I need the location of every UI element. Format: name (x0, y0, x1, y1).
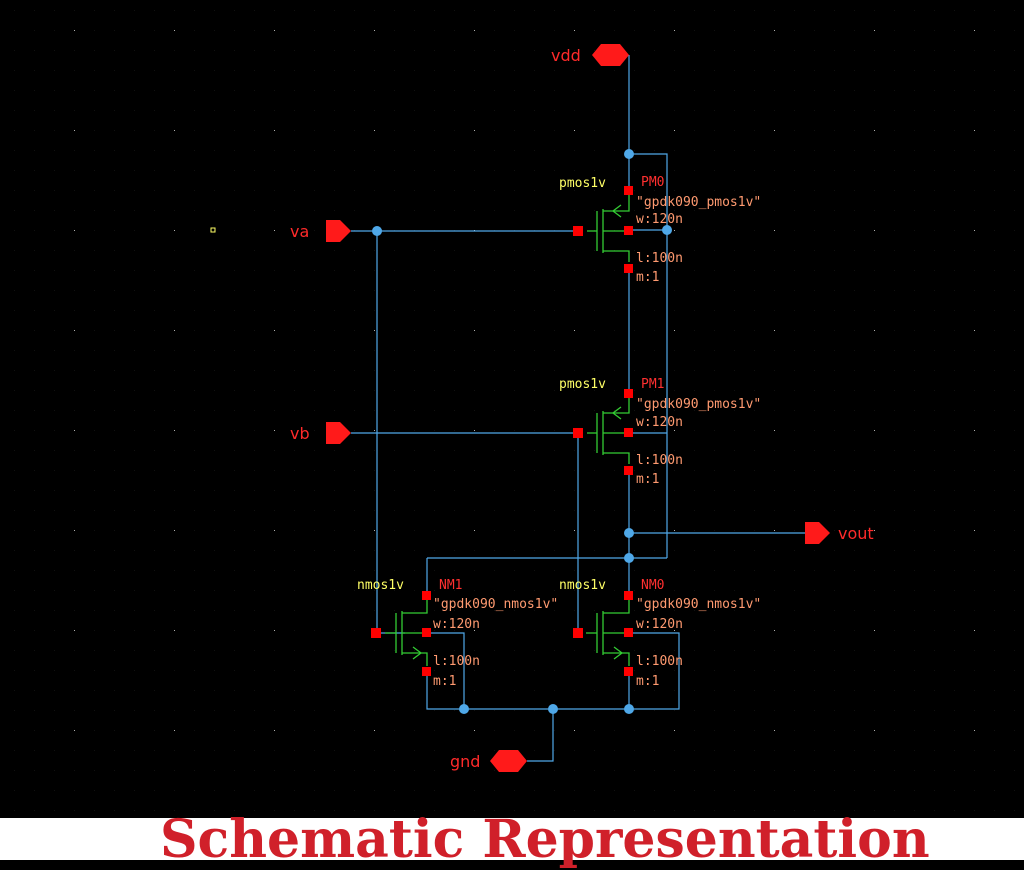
pin-label-vout: vout (838, 524, 874, 543)
pm0-cell-label: pmos1v (559, 176, 606, 191)
schematic-canvas[interactable]: vdd va vb vout gnd pmos1v PM0 "gpdk090_p… (0, 0, 1024, 818)
pm1-model: "gpdk090_pmos1v" (636, 397, 761, 412)
pm0-multiplier: m:1 (636, 270, 659, 285)
major-grid (0, 0, 1024, 818)
nm0-model: "gpdk090_nmos1v" (636, 597, 761, 612)
pm0-model: "gpdk090_pmos1v" (636, 195, 761, 210)
nm1-multiplier: m:1 (433, 674, 456, 689)
nm1-model: "gpdk090_nmos1v" (433, 597, 558, 612)
nm0-multiplier: m:1 (636, 674, 659, 689)
schematic-svg: vdd va vb vout gnd pmos1v PM0 "gpdk090_p… (0, 0, 1024, 818)
pin-label-vdd: vdd (551, 46, 581, 65)
pm0-instance-label: PM0 (641, 175, 664, 190)
pin-label-gnd: gnd (450, 752, 480, 771)
pm0-width: w:120n (636, 212, 683, 227)
pin-label-va: va (290, 222, 309, 241)
pm1-cell-label: pmos1v (559, 377, 606, 392)
caption-bar: Schematic Representation (0, 810, 1024, 870)
pm1-instance-label: PM1 (641, 377, 664, 392)
nm0-instance-label: NM0 (641, 578, 664, 593)
pm1-length: l:100n (636, 453, 683, 468)
nm1-length: l:100n (433, 654, 480, 669)
caption-title: Schematic Representation (160, 809, 930, 870)
pm1-width: w:120n (636, 415, 683, 430)
nm1-width: w:120n (433, 617, 480, 632)
pm0-length: l:100n (636, 251, 683, 266)
nm0-width: w:120n (636, 617, 683, 632)
nm0-cell-label: nmos1v (559, 578, 606, 593)
pm1-multiplier: m:1 (636, 472, 659, 487)
nm0-length: l:100n (636, 654, 683, 669)
pin-label-vb: vb (290, 424, 310, 443)
nm1-cell-label: nmos1v (357, 578, 404, 593)
nm1-instance-label: NM1 (439, 578, 462, 593)
